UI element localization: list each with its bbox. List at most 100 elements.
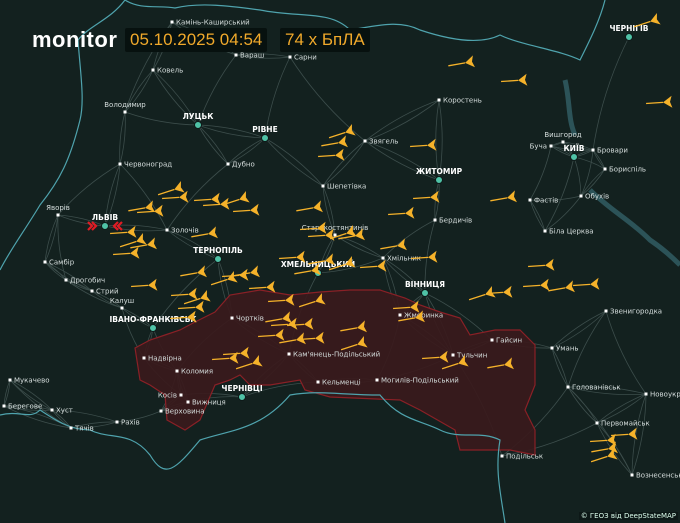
shahed-drone-icon[interactable]	[447, 55, 475, 71]
city-label: Вижниця	[192, 399, 226, 407]
map-canvas[interactable]: Камінь-Каширський Вараш Сарни Ковель Володим…	[0, 0, 680, 523]
city-marker	[604, 309, 608, 313]
city-marker	[644, 392, 648, 396]
shahed-drone-icon[interactable]	[178, 300, 205, 315]
city-label: Подільськ	[506, 453, 543, 461]
road	[567, 386, 633, 476]
regional-center-marker[interactable]	[194, 121, 202, 129]
shahed-drone-icon[interactable]	[489, 190, 517, 206]
city-marker	[288, 55, 292, 59]
city-marker	[151, 68, 155, 72]
shahed-drone-icon[interactable]	[410, 138, 437, 153]
shahed-drone-icon[interactable]	[318, 148, 345, 163]
road	[119, 163, 168, 231]
city-label: Буча	[530, 143, 547, 151]
city-marker	[528, 198, 532, 202]
city-label: Фастів	[534, 197, 558, 205]
road	[592, 36, 630, 151]
shahed-drone-icon[interactable]	[379, 238, 407, 254]
map-view[interactable]: Камінь-Каширський Вараш Сарни Ковель Володим…	[0, 0, 680, 523]
shahed-drone-icon[interactable]	[131, 278, 158, 293]
shahed-drone-icon[interactable]	[646, 95, 673, 110]
city-marker	[490, 338, 494, 342]
city-label: Голованівськ	[572, 384, 621, 392]
road	[551, 310, 607, 349]
roads-layer	[3, 21, 647, 476]
city-label: Володимир	[104, 101, 146, 109]
attribution[interactable]: © ГЕОЗ від DeepStateMAP	[578, 512, 678, 520]
shahed-drone-icon[interactable]	[320, 135, 348, 151]
regional-center-marker[interactable]	[238, 393, 246, 401]
road	[573, 156, 582, 197]
road	[529, 199, 546, 232]
city-label: Хуст	[56, 407, 73, 415]
shahed-drone-icon[interactable]	[233, 203, 260, 218]
city-marker	[591, 148, 595, 152]
city-label: Ковель	[157, 67, 183, 75]
shahed-drone-icon[interactable]	[547, 280, 575, 296]
city-marker	[175, 369, 179, 373]
road	[289, 56, 366, 142]
city-label: Червоноград	[124, 161, 172, 169]
city-label: Берегове	[8, 403, 42, 411]
city-label: Бердичів	[439, 217, 472, 225]
shahed-drone-icon[interactable]	[295, 200, 323, 216]
city-marker	[186, 400, 190, 404]
shahed-drone-icon[interactable]	[528, 258, 555, 273]
regional-center-marker[interactable]	[149, 324, 157, 332]
city-marker	[165, 228, 169, 232]
regional-center-marker[interactable]	[214, 255, 222, 263]
shahed-drone-icon[interactable]	[118, 233, 147, 252]
shahed-drone-icon[interactable]	[501, 73, 528, 88]
city-marker	[603, 167, 607, 171]
regional-center-label: ВІННИЦЯ	[405, 280, 445, 289]
city-marker	[437, 98, 441, 102]
city-marker	[118, 162, 122, 166]
regional-center-label: КИЇВ	[564, 144, 585, 153]
city-label: Обухів	[585, 193, 609, 201]
city-label: Стрий	[96, 288, 119, 296]
city-marker	[451, 353, 455, 357]
shahed-drone-icon[interactable]	[467, 286, 496, 305]
road	[551, 310, 607, 349]
shahed-drone-icon[interactable]	[127, 200, 155, 216]
regional-center-label: ІВАНО-ФРАНКІВСЬК	[109, 315, 197, 324]
regional-center-label: ЛУЦЬК	[183, 112, 215, 121]
city-marker	[226, 162, 230, 166]
city-label: Яворів	[46, 204, 70, 212]
road	[44, 214, 59, 263]
regional-center-marker[interactable]	[101, 222, 109, 230]
city-label: Бровари	[597, 147, 628, 155]
regional-center-marker[interactable]	[261, 134, 269, 142]
city-marker	[550, 346, 554, 350]
city-label: Шепетівка	[327, 183, 366, 191]
city-label: Тульчин	[456, 352, 487, 360]
city-label: Самбір	[49, 259, 75, 267]
city-marker	[549, 144, 553, 148]
shahed-drone-icon[interactable]	[573, 277, 600, 292]
city-marker	[8, 378, 12, 382]
shahed-drone-icon[interactable]	[179, 265, 207, 281]
city-marker	[375, 378, 379, 382]
city-marker	[170, 20, 174, 24]
shahed-drone-icon[interactable]	[388, 206, 415, 221]
road	[605, 310, 647, 395]
road	[197, 124, 229, 165]
city-marker	[543, 229, 547, 233]
regional-center-marker[interactable]	[421, 289, 429, 297]
city-label: Могилів-Подільський	[381, 377, 459, 385]
road	[197, 124, 229, 165]
city-label: Косів	[158, 392, 177, 400]
shahed-drone-icon[interactable]	[113, 246, 140, 261]
city-marker	[69, 426, 73, 430]
city-label: Калуш	[110, 297, 134, 305]
city-label: Рахів	[121, 419, 140, 427]
city-marker	[90, 289, 94, 293]
regional-center-marker[interactable]	[570, 153, 578, 161]
city-label: Первомайськ	[601, 420, 650, 428]
city-label: Вараш	[240, 52, 264, 60]
regional-center-marker[interactable]	[625, 33, 633, 41]
regional-center-marker[interactable]	[435, 176, 443, 184]
regional-center-label: ТЕРНОПІЛЬ	[193, 246, 243, 255]
shahed-drone-icon[interactable]	[523, 278, 550, 293]
